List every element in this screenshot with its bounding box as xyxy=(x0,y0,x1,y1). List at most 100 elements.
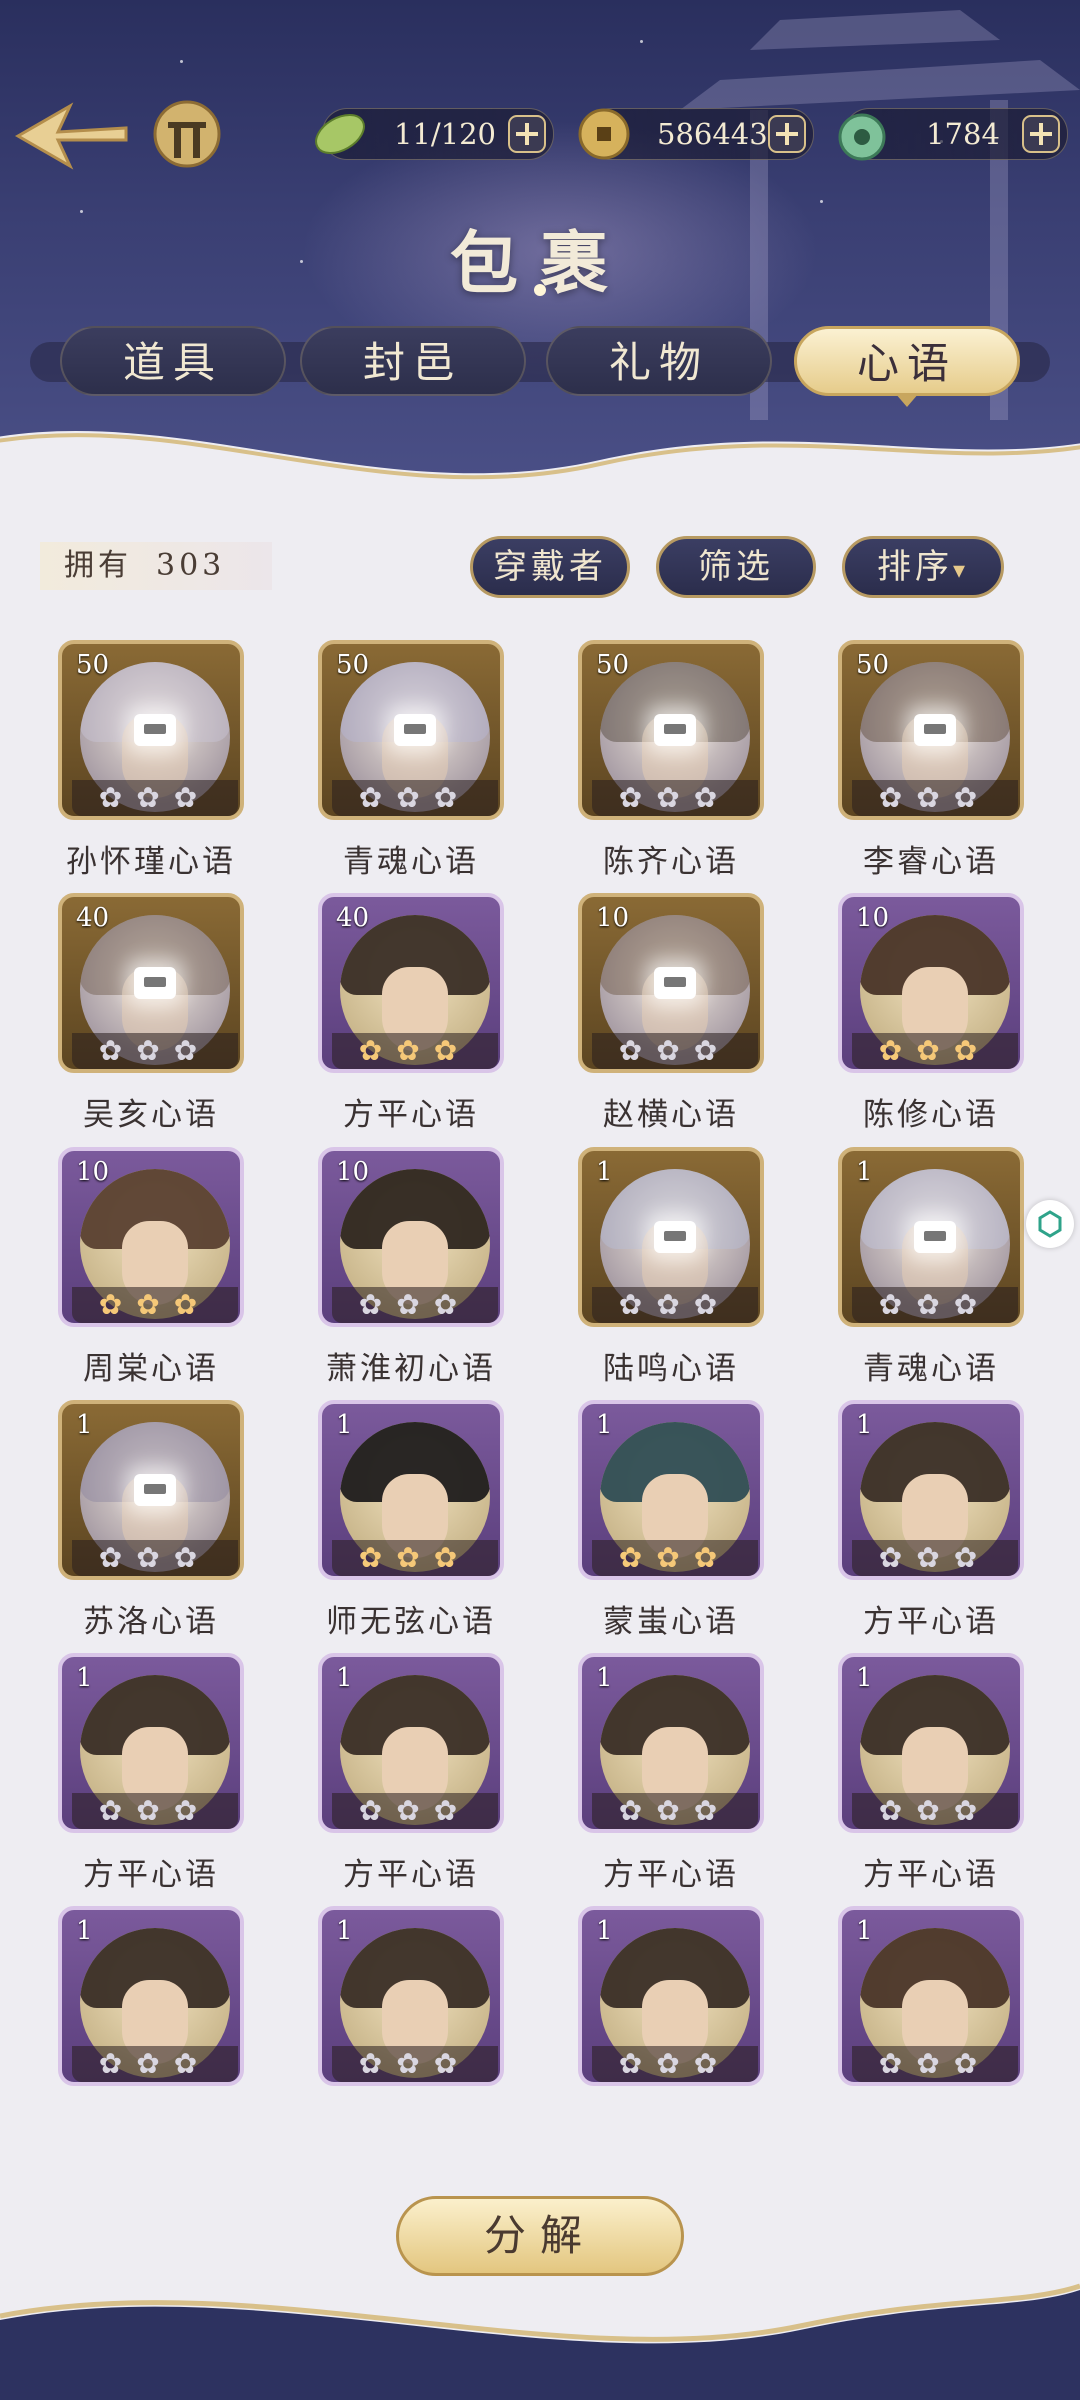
heartword-card[interactable]: 1 ✿✿✿ 陆鸣心语 xyxy=(578,1147,764,1401)
card-frame: 1 ✿✿✿ xyxy=(318,1400,504,1580)
jade-counter: 1784 xyxy=(838,108,1068,161)
star-rating-icon: ✿✿✿ xyxy=(852,1793,1018,1829)
card-frame: 1 ✿✿✿ xyxy=(578,1653,764,1833)
tab-bar: 道具 封邑 礼物 心语 xyxy=(30,320,1050,407)
card-level: 1 xyxy=(336,1916,353,1946)
heartword-card[interactable]: 1 ✿✿✿ 方平心语 xyxy=(838,1400,1024,1654)
card-frame: 10 ✿✿✿ xyxy=(58,1147,244,1327)
heartword-card[interactable]: 1 ✿✿✿ 方平心语 xyxy=(58,1653,244,1907)
footer-wave xyxy=(0,2283,1080,2400)
star-rating-icon: ✿✿✿ xyxy=(72,2046,238,2082)
card-level: 40 xyxy=(76,903,110,933)
card-frame: 50 ✿✿✿ xyxy=(838,640,1024,820)
copper-coin-icon xyxy=(578,108,630,160)
card-level: 1 xyxy=(596,1916,613,1946)
heartword-card[interactable]: 50 ✿✿✿ 陈齐心语 xyxy=(578,640,764,894)
tab-heartwords[interactable]: 心语 xyxy=(794,326,1020,407)
card-frame: 50 ✿✿✿ xyxy=(578,640,764,820)
heartword-card[interactable]: 10 ✿✿✿ 萧淮初心语 xyxy=(318,1147,504,1401)
star-rating-icon: ✿✿✿ xyxy=(72,1540,238,1576)
card-level: 1 xyxy=(856,1157,873,1187)
heartword-card[interactable]: 1 ✿✿✿ xyxy=(838,1906,1024,2160)
star-rating-icon: ✿✿✿ xyxy=(852,1540,1018,1576)
card-level: 1 xyxy=(856,1916,873,1946)
card-frame: 1 ✿✿✿ xyxy=(578,1400,764,1580)
card-name: 蒙蚩心语 xyxy=(603,1604,739,1640)
star-rating-icon: ✿✿✿ xyxy=(72,780,238,816)
star-rating-icon: ✿✿✿ xyxy=(332,1540,498,1576)
title-ornament-icon xyxy=(534,284,546,296)
filter-button[interactable]: 筛选 xyxy=(656,536,816,598)
star-rating-icon: ✿✿✿ xyxy=(592,2046,758,2082)
heartword-card[interactable]: 40 ✿✿✿ 吴亥心语 xyxy=(58,893,244,1147)
header: 11/120 5864435 1784 包裹 道具 封邑 礼物 心语 xyxy=(0,0,1080,480)
card-frame: 50 ✿✿✿ xyxy=(318,640,504,820)
card-frame: 1 ✿✿✿ xyxy=(58,1906,244,2086)
card-level: 1 xyxy=(596,1663,613,1693)
star-rating-icon: ✿✿✿ xyxy=(332,1033,498,1069)
heartword-card[interactable]: 1 ✿✿✿ xyxy=(578,1906,764,2160)
add-jade-button[interactable] xyxy=(1021,114,1061,154)
card-level: 40 xyxy=(336,903,370,933)
sparkle xyxy=(640,40,643,43)
heartword-card[interactable]: 1 ✿✿✿ 方平心语 xyxy=(318,1653,504,1907)
card-name: 青魂心语 xyxy=(863,1351,999,1387)
heartword-card[interactable]: 1 ✿✿✿ 方平心语 xyxy=(838,1653,1024,1907)
card-name: 方平心语 xyxy=(83,1857,219,1893)
card-name: 萧淮初心语 xyxy=(326,1351,496,1387)
back-arrow-icon[interactable] xyxy=(10,96,130,176)
card-frame: 10 ✿✿✿ xyxy=(578,893,764,1073)
card-name: 孙怀瑾心语 xyxy=(66,844,236,880)
card-name: 青魂心语 xyxy=(343,844,479,880)
heartword-card[interactable]: 50 ✿✿✿ 青魂心语 xyxy=(318,640,504,894)
card-frame: 50 ✿✿✿ xyxy=(58,640,244,820)
heartword-card[interactable]: 1 ✿✿✿ xyxy=(58,1906,244,2160)
heartword-card[interactable]: 1 ✿✿✿ 师无弦心语 xyxy=(318,1400,504,1654)
card-level: 1 xyxy=(856,1410,873,1440)
heartword-card[interactable]: 50 ✿✿✿ 孙怀瑾心语 xyxy=(58,640,244,894)
heartword-card[interactable]: 10 ✿✿✿ 赵横心语 xyxy=(578,893,764,1147)
floating-cube-button[interactable] xyxy=(1026,1200,1074,1248)
add-stamina-button[interactable] xyxy=(507,114,547,154)
card-frame: 10 ✿✿✿ xyxy=(838,893,1024,1073)
sort-label: 排序 xyxy=(876,547,953,587)
lock-icon xyxy=(654,967,696,999)
tab-fief[interactable]: 封邑 xyxy=(300,326,526,396)
card-frame: 1 ✿✿✿ xyxy=(58,1653,244,1833)
star-rating-icon: ✿✿✿ xyxy=(72,1287,238,1323)
card-level: 50 xyxy=(76,650,110,680)
tab-gifts[interactable]: 礼物 xyxy=(546,326,772,396)
tab-items[interactable]: 道具 xyxy=(60,326,286,396)
wearer-button[interactable]: 穿戴者 xyxy=(470,536,630,598)
heartword-card[interactable]: 1 ✿✿✿ 方平心语 xyxy=(578,1653,764,1907)
card-frame: 1 ✿✿✿ xyxy=(838,1400,1024,1580)
add-coin-button[interactable] xyxy=(767,114,807,154)
heartword-card[interactable]: 50 ✿✿✿ 李睿心语 xyxy=(838,640,1024,894)
card-name: 师无弦心语 xyxy=(326,1604,496,1640)
card-frame: 1 ✿✿✿ xyxy=(578,1147,764,1327)
home-gate-icon[interactable] xyxy=(152,98,222,170)
card-level: 1 xyxy=(336,1663,353,1693)
star-rating-icon: ✿✿✿ xyxy=(592,1540,758,1576)
cube-icon xyxy=(1038,1210,1062,1238)
heartword-card[interactable]: 40 ✿✿✿ 方平心语 xyxy=(318,893,504,1147)
heartword-card[interactable]: 10 ✿✿✿ 陈修心语 xyxy=(838,893,1024,1147)
leaf-stamina-icon xyxy=(315,114,365,154)
heartword-card[interactable]: 1 ✿✿✿ 青魂心语 xyxy=(838,1147,1024,1401)
owned-label: 拥有 xyxy=(64,548,132,583)
card-level: 10 xyxy=(856,903,890,933)
heartword-card[interactable]: 10 ✿✿✿ 周棠心语 xyxy=(58,1147,244,1401)
stamina-counter: 11/120 xyxy=(315,108,554,160)
heartword-card[interactable]: 1 ✿✿✿ 蒙蚩心语 xyxy=(578,1400,764,1654)
card-name: 陈齐心语 xyxy=(603,844,739,880)
star-rating-icon: ✿✿✿ xyxy=(592,780,758,816)
card-frame: 1 ✿✿✿ xyxy=(838,1906,1024,2086)
lock-icon xyxy=(914,1221,956,1253)
heartword-card[interactable]: 1 ✿✿✿ 苏洛心语 xyxy=(58,1400,244,1654)
heartword-card[interactable]: 1 ✿✿✿ xyxy=(318,1906,504,2160)
card-name: 苏洛心语 xyxy=(83,1604,219,1640)
card-frame: 1 ✿✿✿ xyxy=(838,1653,1024,1833)
jade-pendant-icon xyxy=(838,113,886,161)
sort-button[interactable]: 排序▾ xyxy=(842,536,1004,598)
star-rating-icon: ✿✿✿ xyxy=(592,1793,758,1829)
